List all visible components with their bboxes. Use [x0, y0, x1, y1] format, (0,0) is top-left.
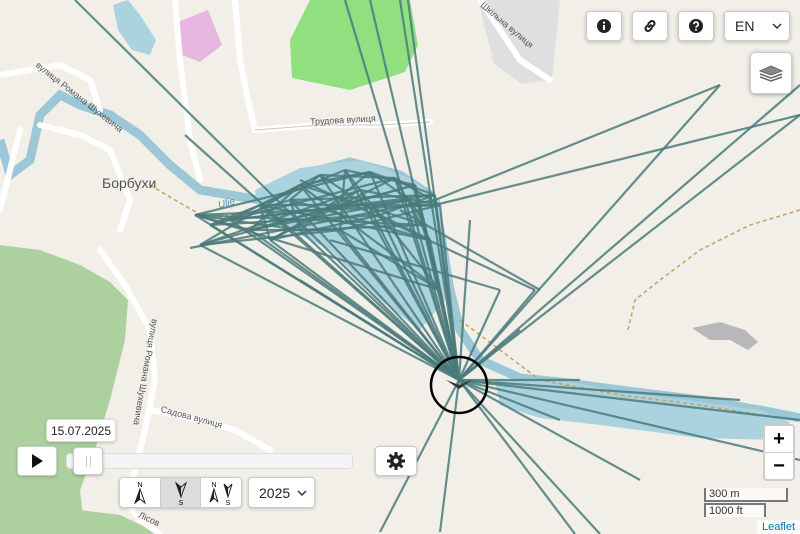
language-value: EN [735, 18, 755, 34]
link-button[interactable] [632, 11, 668, 41]
svg-text:S: S [178, 500, 183, 506]
orientation-north-button[interactable]: N [120, 478, 160, 507]
play-icon [32, 454, 43, 468]
map-canvas[interactable]: Борбухи вулиця Романа Шухевича Трудова в… [0, 0, 800, 534]
layers-button[interactable] [750, 52, 792, 94]
north-arrow-icon: N [133, 482, 146, 504]
timeline-slider-thumb[interactable] [72, 447, 103, 475]
play-button[interactable] [17, 446, 57, 476]
language-select[interactable]: EN [724, 11, 790, 41]
north-south-arrows-icon: N S [209, 482, 233, 506]
zoom-out-button[interactable]: − [765, 452, 793, 479]
year-value: 2025 [259, 484, 291, 501]
place-label: Борбухи [102, 175, 157, 191]
scale-metric: 300 m [704, 488, 788, 502]
link-icon [644, 20, 656, 32]
chevron-down-icon [297, 490, 307, 497]
help-icon [689, 19, 703, 33]
timeline-slider-track[interactable] [66, 453, 353, 469]
gear-icon [387, 452, 405, 470]
zoom-in-button[interactable]: + [765, 426, 793, 452]
orientation-south-button[interactable]: S [159, 478, 201, 507]
attribution-link[interactable]: Leaflet [756, 520, 800, 534]
info-button[interactable] [586, 11, 622, 41]
layers-icon [758, 65, 784, 82]
chevron-down-icon [772, 23, 782, 30]
south-arrow-icon: S [174, 481, 187, 506]
settings-button[interactable] [375, 446, 417, 476]
year-select[interactable]: 2025 [248, 477, 315, 508]
svg-text:S: S [226, 500, 231, 506]
info-icon [597, 19, 611, 33]
scale-imperial: 1000 ft [704, 503, 766, 517]
orientation-toggle: N S N S [119, 477, 242, 508]
zoom-control: + − [763, 424, 795, 481]
date-tooltip: 15.07.2025 [46, 419, 116, 442]
help-button[interactable] [678, 11, 714, 41]
orientation-both-button[interactable]: N S [200, 478, 241, 507]
